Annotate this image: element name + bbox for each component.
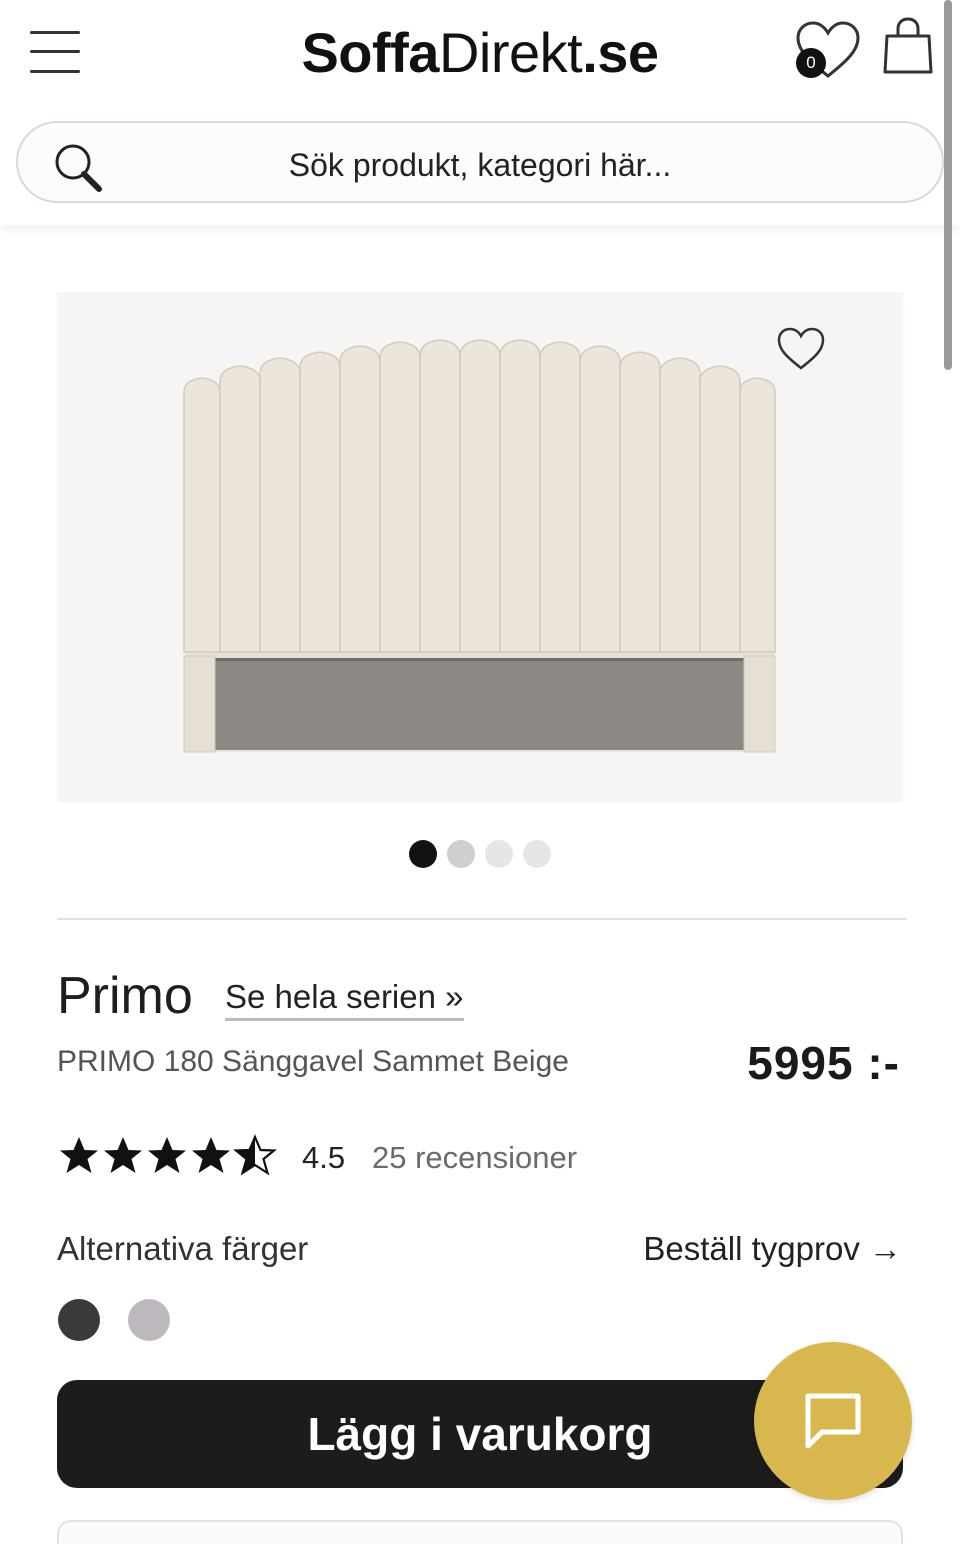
site-header: SoffaDirekt.se 0 Sök produkt, kategori h…	[0, 0, 960, 225]
gallery-dot[interactable]	[523, 840, 551, 868]
favorite-heart-icon[interactable]	[776, 326, 826, 372]
product-price: 5995 :-	[747, 1037, 900, 1089]
gallery-pagination	[0, 840, 960, 868]
search-input[interactable]: Sök produkt, kategori här...	[16, 121, 944, 203]
gallery-dot[interactable]	[447, 840, 475, 868]
rating-stars	[57, 1134, 279, 1188]
product-description: PRIMO 180 Sänggavel Sammet Beige	[57, 1045, 569, 1078]
next-section-card	[57, 1520, 903, 1544]
gallery-dot[interactable]	[485, 840, 513, 868]
chat-button[interactable]	[754, 1342, 912, 1500]
star-icons	[60, 1134, 277, 1176]
order-fabric-sample-link[interactable]: Beställ tygprov →	[643, 1230, 902, 1268]
color-swatch-light-gray[interactable]	[128, 1299, 170, 1341]
search-placeholder: Sök produkt, kategori här...	[288, 147, 672, 183]
divider	[57, 918, 907, 920]
rating-value: 4.5	[302, 1140, 346, 1175]
page-scrollbar[interactable]	[944, 0, 952, 370]
shopping-bag-icon[interactable]	[880, 16, 936, 76]
series-link[interactable]: Se hela serien »	[225, 978, 464, 1021]
gallery-dot[interactable]	[409, 840, 437, 868]
color-swatch-dark-gray[interactable]	[58, 1299, 100, 1341]
chat-bubble-icon	[805, 1393, 861, 1449]
wishlist-count-badge: 0	[796, 48, 826, 78]
alternative-colors-label: Alternativa färger	[57, 1230, 309, 1267]
product-name: Primo	[57, 967, 193, 1025]
reviews-link[interactable]: 25 recensioner	[372, 1140, 577, 1176]
